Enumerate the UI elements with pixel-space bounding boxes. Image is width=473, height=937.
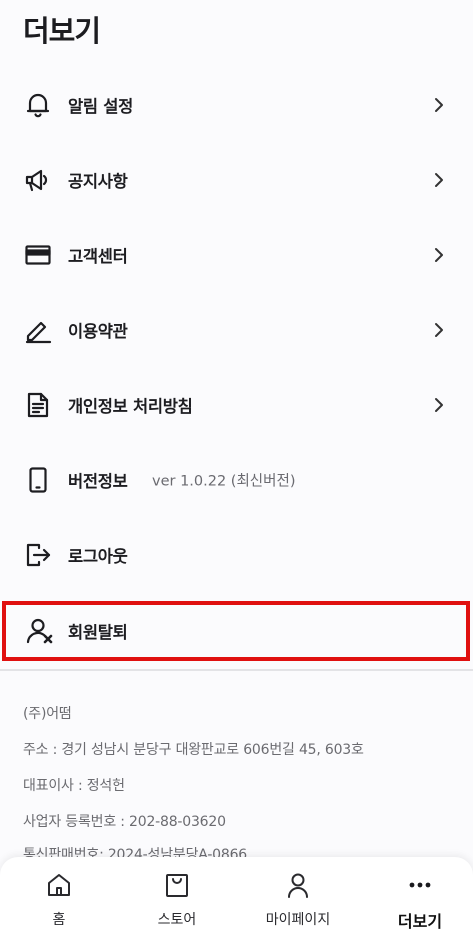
nav-home[interactable]: 홈 [20,857,98,937]
bell-icon [24,91,52,119]
menu-label: 로그아웃 [68,547,128,566]
version-text: ver 1.0.22 (최신버전) [152,473,296,490]
menu-item-logout[interactable]: 로그아웃 [0,525,473,585]
menu-item-notification-settings[interactable]: 알림 설정 [0,75,473,135]
nav-label: 더보기 [397,912,443,931]
nav-label: 스토어 [157,912,197,928]
nav-store[interactable]: 스토어 [138,857,216,937]
nav-more[interactable]: 더보기 [380,857,460,937]
menu-label: 공지사항 [68,172,128,191]
card-icon [24,241,52,269]
home-icon [48,874,70,896]
chevron-right-icon [435,323,443,337]
chevron-right-icon [435,398,443,412]
company-address: 주소 : 경기 성남시 분당구 대왕판교로 606번길 45, 603호 [23,742,364,758]
page-title: 더보기 [23,14,101,48]
nav-label: 홈 [52,912,66,928]
chevron-right-icon [435,98,443,112]
company-ceo: 대표이사 : 정석헌 [23,778,125,794]
logout-icon [24,541,52,569]
chevron-right-icon [435,173,443,187]
bottom-nav: 홈 스토어 마이페이지 더보기 [0,857,473,937]
menu-item-terms[interactable]: 이용약관 [0,300,473,360]
divider [0,669,473,671]
pencil-icon [24,316,52,344]
menu-item-withdraw[interactable]: 회원탈퇴 [0,601,473,661]
chevron-right-icon [435,248,443,262]
nav-mypage[interactable]: 마이페이지 [248,857,348,937]
menu-item-notices[interactable]: 공지사항 [0,150,473,210]
person-icon [288,873,308,898]
more-dots-icon [409,882,431,888]
megaphone-icon [24,166,52,194]
nav-label: 마이페이지 [265,912,331,928]
user-remove-icon [26,617,54,645]
menu-label: 고객센터 [68,247,128,266]
menu-label: 회원탈퇴 [68,623,128,642]
document-icon [24,391,52,419]
menu-item-version-info: 버전정보 ver 1.0.22 (최신버전) [0,450,473,510]
company-name: (주)어떰 [23,706,72,722]
more-screen: 더보기 알림 설정 공지사항 고객센터 이용약관 개인정보 처리방침 버전정보 … [0,0,473,937]
menu-label: 알림 설정 [68,97,133,116]
phone-icon [24,466,52,494]
menu-item-customer-center[interactable]: 고객센터 [0,225,473,285]
shopping-bag-icon [166,874,188,897]
business-registration: 사업자 등록번호 : 202-88-03620 [23,814,226,830]
menu-label: 개인정보 처리방침 [68,397,193,416]
menu-label: 버전정보 [68,472,128,491]
menu-label: 이용약관 [68,322,128,341]
menu-item-privacy-policy[interactable]: 개인정보 처리방침 [0,375,473,435]
